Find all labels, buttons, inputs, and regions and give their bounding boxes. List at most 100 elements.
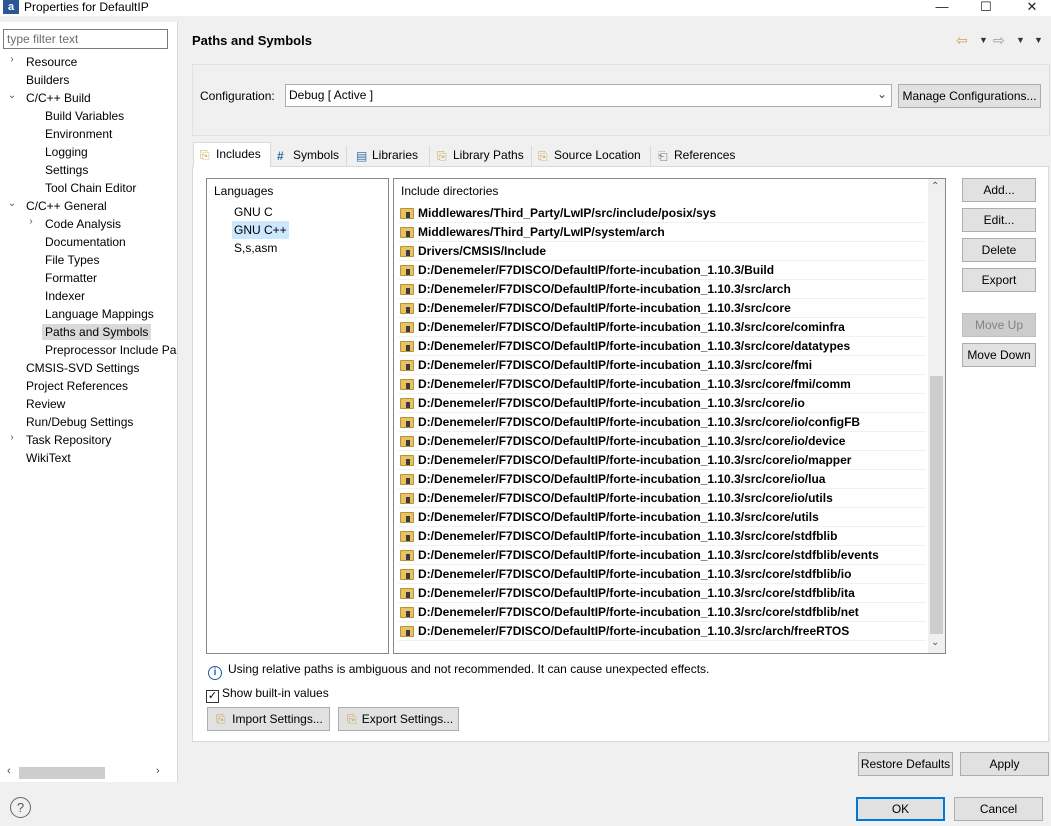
restore-defaults-button[interactable]: Restore Defaults [858,752,953,776]
include-row[interactable]: D:/Denemeler/F7DISCO/DefaultIP/forte-inc… [398,432,926,451]
info-icon: i [208,666,222,680]
sidebar-item[interactable]: Build Variables [45,107,124,125]
export-button[interactable]: Export [962,268,1036,292]
include-row[interactable]: D:/Denemeler/F7DISCO/DefaultIP/forte-inc… [398,546,926,565]
include-row[interactable]: D:/Denemeler/F7DISCO/DefaultIP/forte-inc… [398,261,926,280]
help-icon[interactable]: ? [10,797,31,818]
include-row[interactable]: D:/Denemeler/F7DISCO/DefaultIP/forte-inc… [398,337,926,356]
sidebar-item[interactable]: Resource [26,53,77,71]
sidebar-item[interactable]: C/C++ Build [26,89,91,107]
move-up-button[interactable]: Move Up [962,313,1036,337]
tab-includes[interactable]: ⎘ Includes [193,142,271,167]
scroll-down-icon[interactable]: ⌄ [931,637,939,648]
sidebar-item[interactable]: Logging [45,143,88,161]
include-row[interactable]: D:/Denemeler/F7DISCO/DefaultIP/forte-inc… [398,318,926,337]
import-settings-label: Import Settings... [232,712,323,726]
tab-symbols[interactable]: # Symbols [271,146,347,166]
tab-source-location[interactable]: ⎘ Source Location [532,146,651,166]
manage-configurations-button[interactable]: Manage Configurations... [898,84,1041,108]
chevron-right-icon[interactable]: › [7,54,17,65]
chevron-down-icon[interactable]: ⌄ [7,90,17,101]
back-icon[interactable]: ⇦ [956,32,968,49]
include-row[interactable]: D:/Denemeler/F7DISCO/DefaultIP/forte-inc… [398,584,926,603]
scroll-up-icon[interactable]: ⌃ [931,181,939,192]
tab-libraries[interactable]: ▤ Libraries [350,146,430,166]
include-row[interactable]: Drivers/CMSIS/Include [398,242,926,261]
sidebar-item[interactable]: Environment [45,125,112,143]
scroll-thumb[interactable] [19,767,105,779]
ok-button[interactable]: OK [856,797,945,821]
minimize-button[interactable]: — [922,0,962,16]
close-button[interactable]: ✕ [1012,0,1051,16]
scroll-right-icon[interactable]: › [156,765,160,777]
hash-icon: # [277,149,284,163]
include-row[interactable]: D:/Denemeler/F7DISCO/DefaultIP/forte-inc… [398,622,926,641]
chevron-right-icon[interactable]: › [7,432,17,443]
include-row[interactable]: D:/Denemeler/F7DISCO/DefaultIP/forte-inc… [398,413,926,432]
sidebar-item-label: Paths and Symbols [42,324,152,340]
sidebar-item-label: Review [26,397,66,411]
move-down-button[interactable]: Move Down [962,343,1036,367]
tab-library-paths[interactable]: ⎘ Library Paths [431,146,532,166]
include-row[interactable]: D:/Denemeler/F7DISCO/DefaultIP/forte-inc… [398,508,926,527]
sidebar-item[interactable]: C/C++ General [26,197,107,215]
horizontal-scrollbar[interactable]: ‹ › [5,765,167,781]
include-row[interactable]: D:/Denemeler/F7DISCO/DefaultIP/forte-inc… [398,375,926,394]
sidebar-item[interactable]: Code Analysis [45,215,121,233]
language-item[interactable]: S,s,asm [232,239,279,257]
sidebar-item[interactable]: Review [26,395,65,413]
language-item[interactable]: GNU C [232,203,275,221]
include-row[interactable]: D:/Denemeler/F7DISCO/DefaultIP/forte-inc… [398,527,926,546]
include-row[interactable]: Middlewares/Third_Party/LwIP/system/arch [398,223,926,242]
scroll-thumb[interactable] [930,376,943,634]
chevron-down-icon[interactable]: ⌄ [7,198,17,209]
import-settings-button[interactable]: ⎘ Import Settings... [207,707,330,731]
sidebar-item[interactable]: Paths and Symbols [42,323,152,341]
sidebar-item[interactable]: Project References [26,377,128,395]
include-row[interactable]: D:/Denemeler/F7DISCO/DefaultIP/forte-inc… [398,299,926,318]
chevron-right-icon[interactable]: › [26,216,36,227]
include-row[interactable]: D:/Denemeler/F7DISCO/DefaultIP/forte-inc… [398,280,926,299]
sidebar-item[interactable]: Formatter [45,269,97,287]
edit-button[interactable]: Edit... [962,208,1036,232]
maximize-button[interactable]: ☐ [966,0,1006,16]
sidebar-item[interactable]: Preprocessor Include Pa [45,341,176,359]
checkbox-check-icon[interactable]: ✓ [206,690,219,703]
forward-icon[interactable]: ⇨ [993,32,1005,49]
show-builtin-checkbox[interactable]: ✓ Show built-in values [206,686,329,703]
delete-button[interactable]: Delete [962,238,1036,262]
include-row[interactable]: D:/Denemeler/F7DISCO/DefaultIP/forte-inc… [398,356,926,375]
sidebar-item[interactable]: Builders [26,71,69,89]
vertical-scrollbar[interactable]: ⌃ ⌄ [928,179,945,653]
sidebar-item[interactable]: Settings [45,161,88,179]
include-row[interactable]: D:/Denemeler/F7DISCO/DefaultIP/forte-inc… [398,489,926,508]
include-row[interactable]: D:/Denemeler/F7DISCO/DefaultIP/forte-inc… [398,451,926,470]
include-row[interactable]: D:/Denemeler/F7DISCO/DefaultIP/forte-inc… [398,394,926,413]
include-row[interactable]: D:/Denemeler/F7DISCO/DefaultIP/forte-inc… [398,603,926,622]
include-row[interactable]: D:/Denemeler/F7DISCO/DefaultIP/forte-inc… [398,470,926,489]
sidebar-item[interactable]: Run/Debug Settings [26,413,133,431]
forward-menu-icon[interactable]: ▼ [1016,35,1025,45]
filter-input[interactable] [3,29,168,49]
tab-references[interactable]: ⎗ References [652,146,742,166]
sidebar-item[interactable]: CMSIS-SVD Settings [26,359,139,377]
sidebar-item[interactable]: Documentation [45,233,126,251]
sidebar-item[interactable]: Language Mappings [45,305,154,323]
sidebar-item[interactable]: File Types [45,251,99,269]
add-button[interactable]: Add... [962,178,1036,202]
scroll-left-icon[interactable]: ‹ [7,765,11,777]
export-settings-button[interactable]: ⎘ Export Settings... [338,707,459,731]
sidebar-item-label: Documentation [45,235,126,249]
include-row[interactable]: D:/Denemeler/F7DISCO/DefaultIP/forte-inc… [398,565,926,584]
back-menu-icon[interactable]: ▼ [979,35,988,45]
language-item[interactable]: GNU C++ [232,221,289,239]
view-menu-icon[interactable]: ▼ [1034,35,1043,45]
configuration-select[interactable]: Debug [ Active ] ⌄ [285,84,892,107]
include-row[interactable]: Middlewares/Third_Party/LwIP/src/include… [398,204,926,223]
apply-button[interactable]: Apply [960,752,1049,776]
cancel-button[interactable]: Cancel [954,797,1043,821]
sidebar-item[interactable]: Indexer [45,287,85,305]
sidebar-item[interactable]: WikiText [26,449,71,467]
sidebar-item[interactable]: Tool Chain Editor [45,179,136,197]
sidebar-item[interactable]: Task Repository [26,431,111,449]
